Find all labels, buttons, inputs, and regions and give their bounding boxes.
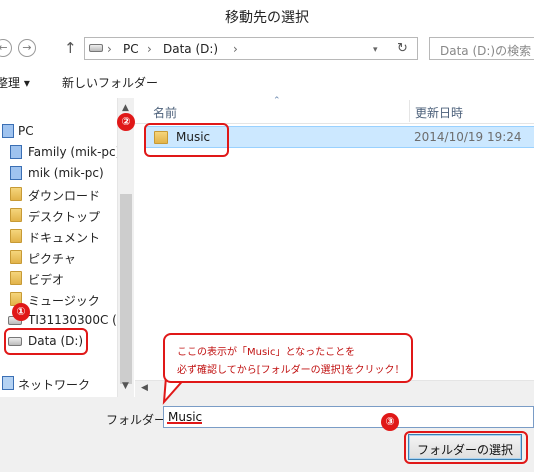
annotation-badge-3: ③ (381, 413, 399, 431)
sort-ascending-icon: ⌃ (273, 96, 281, 106)
search-input[interactable]: Data (D:)の検索 (429, 37, 534, 60)
folder-icon (10, 229, 22, 243)
network-icon (2, 376, 14, 390)
nav-item-label: ビデオ (28, 273, 65, 287)
nav-item-label: ピクチャ (28, 252, 76, 266)
command-bar: 整理 ▾ 新しいフォルダー (0, 64, 534, 98)
folder-icon (10, 187, 22, 201)
column-divider[interactable] (409, 100, 410, 122)
column-header-row: ⌃ 名前 更新日時 (135, 96, 534, 124)
folder-label: フォルダー: (106, 413, 171, 427)
annotation-underline (167, 422, 202, 424)
file-modified: 2014/10/19 19:24 (414, 130, 522, 144)
dialog-title: 移動先の選択 (225, 10, 309, 26)
refresh-icon[interactable]: ↻ (397, 41, 408, 56)
address-dropdown-icon[interactable]: ▾ (373, 45, 378, 55)
annotation-box-select-button (404, 431, 528, 464)
nav-item-label: mik (mik-pc) (28, 166, 104, 180)
address-row: ← → ↑ › PC › Data (D:) › ▾ ↻ Data (D:)の検… (0, 32, 534, 64)
forward-icon[interactable]: → (18, 39, 36, 57)
folder-name-input[interactable]: Music (163, 406, 534, 428)
scrollbar-thumb[interactable] (120, 194, 132, 384)
annotation-callout: ここの表示が「Music」となったことを 必ず確認してから[フォルダーの選択]を… (163, 333, 413, 383)
nav-item-label: PC (18, 124, 34, 138)
nav-scrollbar[interactable]: ▲ ▼ (117, 98, 134, 400)
nav-item-label: ダウンロード (28, 189, 101, 203)
search-placeholder: Data (D:)の検索 (440, 44, 532, 58)
breadcrumb-separator-icon: › (147, 42, 152, 56)
nav-item-label: ネットワーク (18, 378, 91, 392)
up-arrow-icon[interactable]: ↑ (64, 39, 77, 57)
organize-button[interactable]: 整理 ▾ (0, 74, 30, 91)
nav-item-label: TI31130300C (C (28, 313, 126, 327)
scroll-down-icon[interactable]: ▼ (122, 381, 129, 391)
drive-icon (89, 44, 103, 52)
address-bar[interactable]: › PC › Data (D:) › ▾ ↻ (84, 37, 418, 60)
callout-line-2: 必ず確認してから[フォルダーの選択]をクリック！ (177, 365, 405, 376)
folder-icon (10, 208, 22, 222)
back-icon[interactable]: ← (0, 39, 12, 57)
pc-icon (2, 124, 14, 138)
annotation-box-data-drive (4, 328, 88, 355)
breadcrumb-pc[interactable]: PC (123, 42, 139, 56)
folder-picker-dialog: 移動先の選択 ← → ↑ › PC › Data (D:) › ▾ ↻ Data… (0, 0, 534, 472)
column-name[interactable]: 名前 (153, 104, 177, 121)
folder-icon (10, 250, 22, 264)
annotation-badge-2: ② (117, 113, 135, 131)
nav-item-label: Family (mik-pc) (28, 145, 121, 159)
scroll-left-icon[interactable]: ◀ (141, 383, 148, 393)
scroll-up-icon[interactable]: ▲ (122, 103, 129, 113)
network-share-icon (10, 166, 22, 180)
folder-icon (10, 271, 22, 285)
network-share-icon (10, 145, 22, 159)
nav-item-label: ミュージック (28, 294, 100, 308)
annotation-box-music-row (144, 123, 229, 157)
breadcrumb-data-d[interactable]: Data (D:) (163, 42, 218, 56)
nav-item-label: デスクトップ (28, 210, 101, 224)
breadcrumb-separator-icon: › (233, 42, 238, 56)
breadcrumb-separator-icon: › (107, 42, 112, 56)
new-folder-button[interactable]: 新しいフォルダー (62, 74, 158, 91)
callout-line-1: ここの表示が「Music」となったことを (177, 347, 356, 358)
column-modified[interactable]: 更新日時 (415, 104, 463, 121)
title-bar: 移動先の選択 (0, 0, 534, 32)
nav-item-label: ドキュメント (28, 231, 101, 245)
annotation-badge-1: ① (12, 303, 30, 321)
